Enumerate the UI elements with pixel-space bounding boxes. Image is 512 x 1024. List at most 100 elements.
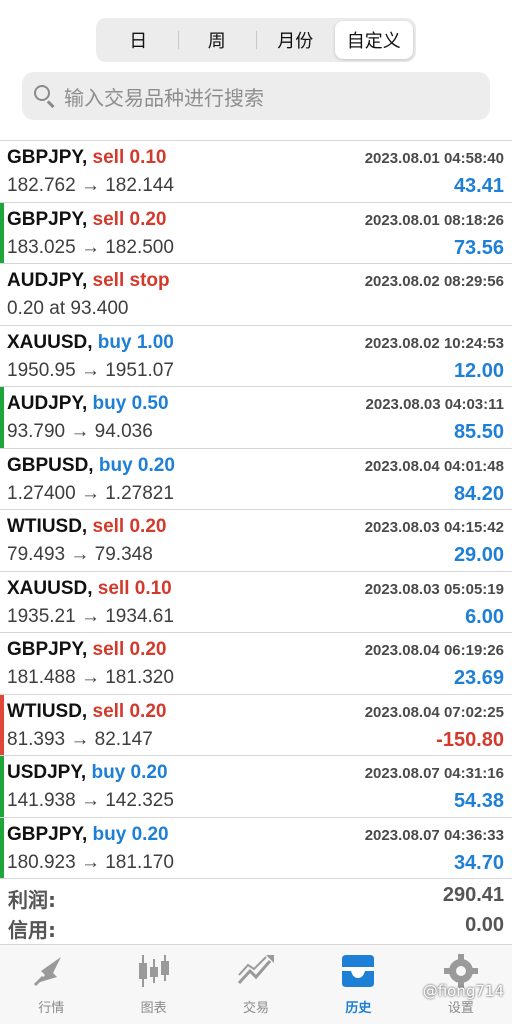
trade-side: buy 0.20 xyxy=(92,823,169,845)
trade-prices: 1950.95 → 1951.07 xyxy=(7,359,174,381)
credit-label: 信用: xyxy=(8,918,56,942)
trade-profit: 54.38 xyxy=(453,790,504,812)
history-icon xyxy=(342,955,375,987)
trade-symbol: WTIUSD, xyxy=(7,700,88,722)
trade-row[interactable]: GBPJPY, sell 0.20 2023.08.01 08:18:26 18… xyxy=(0,202,512,264)
profit-label: 利润: xyxy=(8,888,56,912)
trade-symbol: USDJPY, xyxy=(7,762,87,783)
tab-trade[interactable]: 交易 xyxy=(205,945,307,1024)
trade-marker-bar xyxy=(0,202,4,263)
trade-symbol-line: GBPJPY, sell 0.20 xyxy=(7,209,167,231)
trade-history-list: GBPJPY, sell 0.10 2023.08.01 04:58:40 18… xyxy=(0,140,512,879)
trade-row[interactable]: AUDJPY, buy 0.50 2023.08.03 04:03:11 93.… xyxy=(0,387,512,449)
trade-profit: 84.20 xyxy=(453,482,504,505)
trade-time: 2023.08.02 08:29:56 xyxy=(364,273,504,290)
trade-time: 2023.08.03 04:15:42 xyxy=(364,519,504,536)
tab-quotes[interactable]: 行情 xyxy=(0,945,102,1024)
trade-time: 2023.08.07 04:31:16 xyxy=(364,765,504,782)
trade-symbol: GBPJPY, xyxy=(7,147,88,168)
trade-time: 2023.08.04 06:19:26 xyxy=(364,642,504,659)
trade-prices: 79.493 → 79.348 xyxy=(7,544,153,565)
trade-symbol: AUDJPY, xyxy=(7,393,88,414)
trade-row[interactable]: USDJPY, buy 0.20 2023.08.07 04:31:16 141… xyxy=(0,756,512,818)
trade-row[interactable]: WTIUSD, sell 0.20 2023.08.03 04:15:42 79… xyxy=(0,510,512,572)
trade-time: 2023.08.01 08:18:26 xyxy=(364,211,504,229)
tab-chart[interactable]: 图表 xyxy=(102,945,204,1024)
trade-time: 2023.08.03 04:03:11 xyxy=(365,396,504,413)
trade-time: 2023.08.04 07:02:25 xyxy=(364,703,504,721)
period-tab-day[interactable]: 日 xyxy=(99,21,178,59)
chart-icon xyxy=(138,955,169,987)
trade-time: 2023.08.07 04:36:33 xyxy=(364,826,504,844)
trade-time: 2023.08.04 04:01:48 xyxy=(364,457,504,475)
trade-symbol-line: WTIUSD, sell 0.20 xyxy=(7,701,166,723)
trade-marker-bar xyxy=(0,756,4,817)
trade-row[interactable]: GBPUSD, buy 0.20 2023.08.04 04:01:48 1.2… xyxy=(0,449,512,510)
trade-symbol: XAUUSD, xyxy=(7,577,93,599)
search-icon xyxy=(32,83,58,109)
trade-icon xyxy=(237,955,275,985)
profit-summary-row: 利润: 290.41 xyxy=(0,884,512,914)
trade-side: sell stop xyxy=(92,270,170,291)
period-tab-week[interactable]: 周 xyxy=(177,21,257,59)
profit-total-value: 290.41 xyxy=(442,884,504,906)
period-segmented-control: 日 周 月份 自定义 xyxy=(96,18,416,62)
trade-profit: 6.00 xyxy=(465,605,504,628)
trade-symbol-line: USDJPY, buy 0.20 xyxy=(7,762,168,784)
trade-symbol-line: WTIUSD, sell 0.20 xyxy=(7,516,166,538)
trade-profit: 12.00 xyxy=(453,359,504,382)
trade-profit: 23.69 xyxy=(453,667,504,689)
trade-side: sell 0.20 xyxy=(92,700,167,722)
trade-prices: 81.393 → 82.147 xyxy=(7,728,153,750)
trade-symbol: WTIUSD, xyxy=(7,516,88,537)
trade-marker-bar xyxy=(0,387,4,448)
trade-prices: 1.27400 → 1.27821 xyxy=(7,482,174,504)
tab-trade-label: 交易 xyxy=(243,1001,270,1016)
trade-symbol-line: GBPUSD, buy 0.20 xyxy=(7,455,175,477)
trade-time: 2023.08.02 10:24:53 xyxy=(364,334,504,352)
symbol-search-input[interactable]: 输入交易品种进行搜索 xyxy=(22,72,490,120)
trade-profit: -150.80 xyxy=(436,728,504,751)
trade-row[interactable]: XAUUSD, buy 1.00 2023.08.02 10:24:53 195… xyxy=(0,326,512,387)
trade-side: sell 0.10 xyxy=(97,577,172,599)
period-tab-month[interactable]: 月份 xyxy=(256,21,335,59)
trade-prices: 0.20 at 93.400 xyxy=(7,298,129,319)
trade-prices: 183.025 → 182.500 xyxy=(7,236,174,258)
tab-chart-label: 图表 xyxy=(140,1001,167,1016)
trade-symbol: AUDJPY, xyxy=(7,270,88,291)
trade-symbol-line: XAUUSD, sell 0.10 xyxy=(7,578,172,600)
trade-symbol-line: AUDJPY, buy 0.50 xyxy=(7,393,169,415)
trade-profit: 43.41 xyxy=(453,175,504,197)
trade-side: buy 1.00 xyxy=(97,331,174,353)
tab-history[interactable]: 历史 xyxy=(307,945,409,1024)
trade-row[interactable]: GBPJPY, sell 0.20 2023.08.04 06:19:26 18… xyxy=(0,633,512,695)
trade-side: sell 0.10 xyxy=(92,147,167,168)
trade-marker-bar xyxy=(0,817,4,878)
trade-symbol: GBPJPY, xyxy=(7,823,88,845)
trade-row[interactable]: GBPJPY, buy 0.20 2023.08.07 04:36:33 180… xyxy=(0,817,512,879)
trade-time: 2023.08.01 04:58:40 xyxy=(364,150,504,167)
trade-symbol-line: GBPJPY, buy 0.20 xyxy=(7,824,169,846)
trade-row[interactable]: AUDJPY, sell stop 2023.08.02 08:29:56 0.… xyxy=(0,264,512,326)
trade-side: buy 0.20 xyxy=(91,762,168,783)
trade-side: buy 0.50 xyxy=(92,393,169,414)
trade-row[interactable]: GBPJPY, sell 0.10 2023.08.01 04:58:40 18… xyxy=(0,141,512,203)
credit-summary-row: 信用: 0.00 xyxy=(0,914,512,944)
trade-symbol: GBPJPY, xyxy=(7,208,88,230)
trade-row[interactable]: XAUUSD, sell 0.10 2023.08.03 05:05:19 19… xyxy=(0,572,512,633)
trade-prices: 182.762 → 182.144 xyxy=(7,175,174,196)
trade-profit: 29.00 xyxy=(453,544,504,566)
period-tab-custom[interactable]: 自定义 xyxy=(334,21,413,59)
trade-time: 2023.08.03 05:05:19 xyxy=(364,580,504,598)
trade-symbol-line: GBPJPY, sell 0.20 xyxy=(7,639,167,661)
tab-quotes-label: 行情 xyxy=(38,1001,65,1016)
search-placeholder: 输入交易品种进行搜索 xyxy=(64,85,264,110)
trade-side: buy 0.20 xyxy=(98,454,175,476)
trade-profit: 73.56 xyxy=(453,236,504,259)
trade-row[interactable]: WTIUSD, sell 0.20 2023.08.04 07:02:25 81… xyxy=(0,694,512,756)
quotes-icon xyxy=(34,957,62,987)
trade-symbol: XAUUSD, xyxy=(7,331,93,353)
trade-prices: 1935.21 → 1934.61 xyxy=(7,605,174,627)
trade-profit: 85.50 xyxy=(453,421,504,443)
trade-symbol: GBPUSD, xyxy=(7,454,94,476)
